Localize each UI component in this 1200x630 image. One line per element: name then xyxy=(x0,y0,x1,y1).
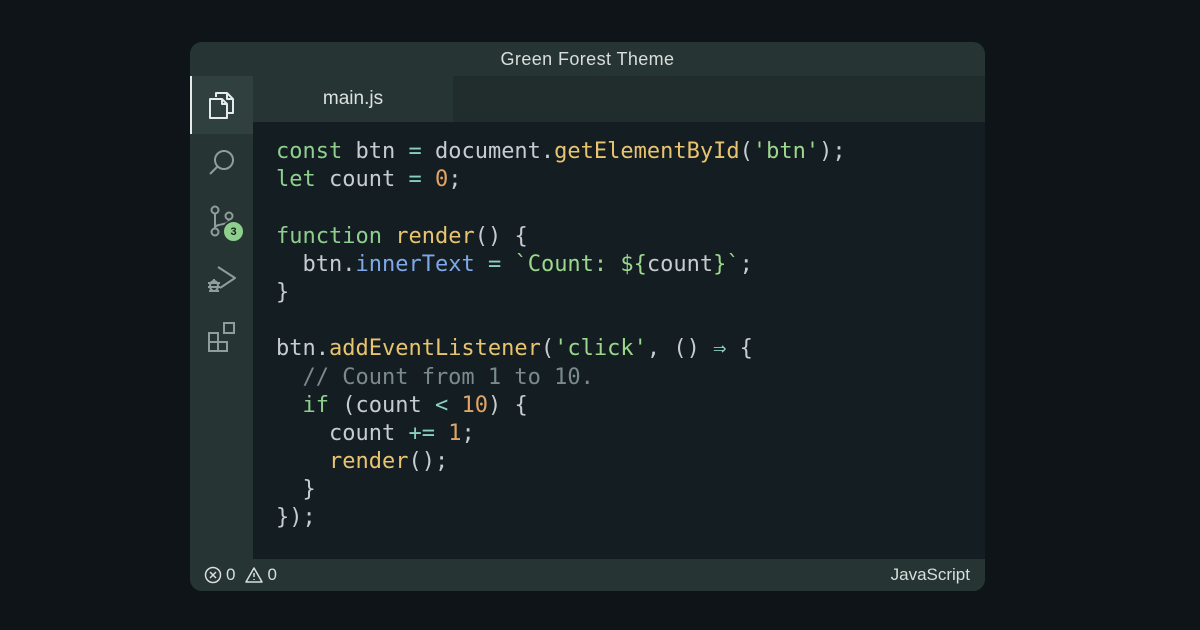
code-token: btn. xyxy=(276,251,356,277)
code-token: 1 xyxy=(448,420,462,446)
code-line: } xyxy=(276,279,846,307)
code-token: render xyxy=(395,223,475,249)
code-editor[interactable]: const btn = document.getElementById('btn… xyxy=(253,122,985,559)
code-token: += xyxy=(408,420,435,446)
code-line: render(); xyxy=(276,448,846,476)
code-token: 'click' xyxy=(554,336,647,362)
activity-extensions[interactable] xyxy=(190,308,253,366)
language-mode[interactable]: JavaScript xyxy=(891,559,970,591)
code-token: 'btn' xyxy=(752,139,820,164)
code-line: let count = 0; xyxy=(276,166,846,194)
code-token: () { xyxy=(474,223,528,249)
code-token: let xyxy=(276,167,316,193)
code-token: function xyxy=(276,223,382,249)
code-token: }); xyxy=(276,505,316,531)
code-token: = xyxy=(408,167,422,193)
code-token: getElementById xyxy=(554,139,740,164)
title-bar: Green Forest Theme xyxy=(190,42,985,76)
code-token: // Count from 1 to 10. xyxy=(276,364,594,390)
code-token: ; xyxy=(739,251,753,277)
files-icon xyxy=(208,92,234,119)
tab-bar: main.js xyxy=(253,76,985,122)
code-token: document. xyxy=(421,139,555,164)
code-token: btn. xyxy=(276,336,329,362)
activity-search[interactable] xyxy=(190,134,253,192)
code-token: ( xyxy=(739,139,753,164)
warning-count: 0 xyxy=(267,565,277,584)
code-token: (count xyxy=(329,392,435,418)
code-token: { xyxy=(726,336,753,362)
code-token: } xyxy=(276,279,290,305)
code-token: }` xyxy=(713,251,740,277)
source-control-badge: 3 xyxy=(222,220,245,243)
tab-main-js[interactable]: main.js xyxy=(253,76,453,122)
code-token: 0 xyxy=(434,167,449,193)
code-token: ( xyxy=(540,336,555,362)
code-token: = xyxy=(408,139,422,164)
code-content: const btn = document.getElementById('btn… xyxy=(276,138,846,533)
run-debug-icon xyxy=(207,266,236,292)
code-token: ) { xyxy=(487,392,528,418)
code-line: // Count from 1 to 10. xyxy=(276,364,846,392)
code-token: 10 xyxy=(461,392,488,418)
code-token: if xyxy=(302,392,330,418)
code-token: ; xyxy=(461,420,475,446)
code-token: = xyxy=(487,251,502,277)
code-token: `Count: ${ xyxy=(514,251,647,277)
code-token: ⇒ xyxy=(713,336,727,362)
code-line: if (count < 10) { xyxy=(276,392,846,420)
code-token: < xyxy=(434,392,449,418)
code-line: count += 1; xyxy=(276,420,846,448)
code-token: innerText xyxy=(355,251,475,277)
code-token: render xyxy=(328,449,409,475)
code-line: const btn = document.getElementById('btn… xyxy=(276,138,846,166)
code-line: btn.addEventListener('click', () ⇒ { xyxy=(276,335,846,363)
search-icon xyxy=(208,150,234,175)
extensions-icon xyxy=(207,322,235,352)
activity-source-control[interactable]: 3 xyxy=(190,192,253,250)
code-token: count xyxy=(276,420,409,446)
code-token: ); xyxy=(819,139,846,164)
code-token: (); xyxy=(408,449,449,475)
code-line: btn.innerText = `Count: ${count}`; xyxy=(276,251,846,279)
language-label: JavaScript xyxy=(890,565,970,584)
code-token: count xyxy=(315,167,409,193)
code-line: function render() { xyxy=(276,223,846,251)
code-token: addEventListener xyxy=(328,336,541,362)
code-token: ; xyxy=(448,167,462,193)
status-bar: 0 0 JavaScript xyxy=(190,559,985,591)
error-icon xyxy=(204,566,222,584)
tab-label: main.js xyxy=(322,88,384,109)
error-count: 0 xyxy=(226,565,236,584)
code-token: } xyxy=(276,477,316,503)
code-token: count xyxy=(646,251,714,277)
code-line: }); xyxy=(276,504,846,532)
code-token: , () xyxy=(646,336,714,362)
activity-explorer[interactable] xyxy=(190,76,253,134)
code-token: const xyxy=(276,139,343,164)
problems-indicator[interactable]: 0 0 xyxy=(204,559,283,591)
activity-run-debug[interactable] xyxy=(190,250,253,308)
code-line: } xyxy=(276,476,846,504)
window-title: Green Forest Theme xyxy=(500,48,675,69)
warning-icon xyxy=(245,567,264,583)
activity-bar: 3 xyxy=(190,76,253,559)
code-token: btn xyxy=(342,139,409,164)
editor-window: Green Forest Theme 3 main.js const btn =… xyxy=(190,42,985,591)
